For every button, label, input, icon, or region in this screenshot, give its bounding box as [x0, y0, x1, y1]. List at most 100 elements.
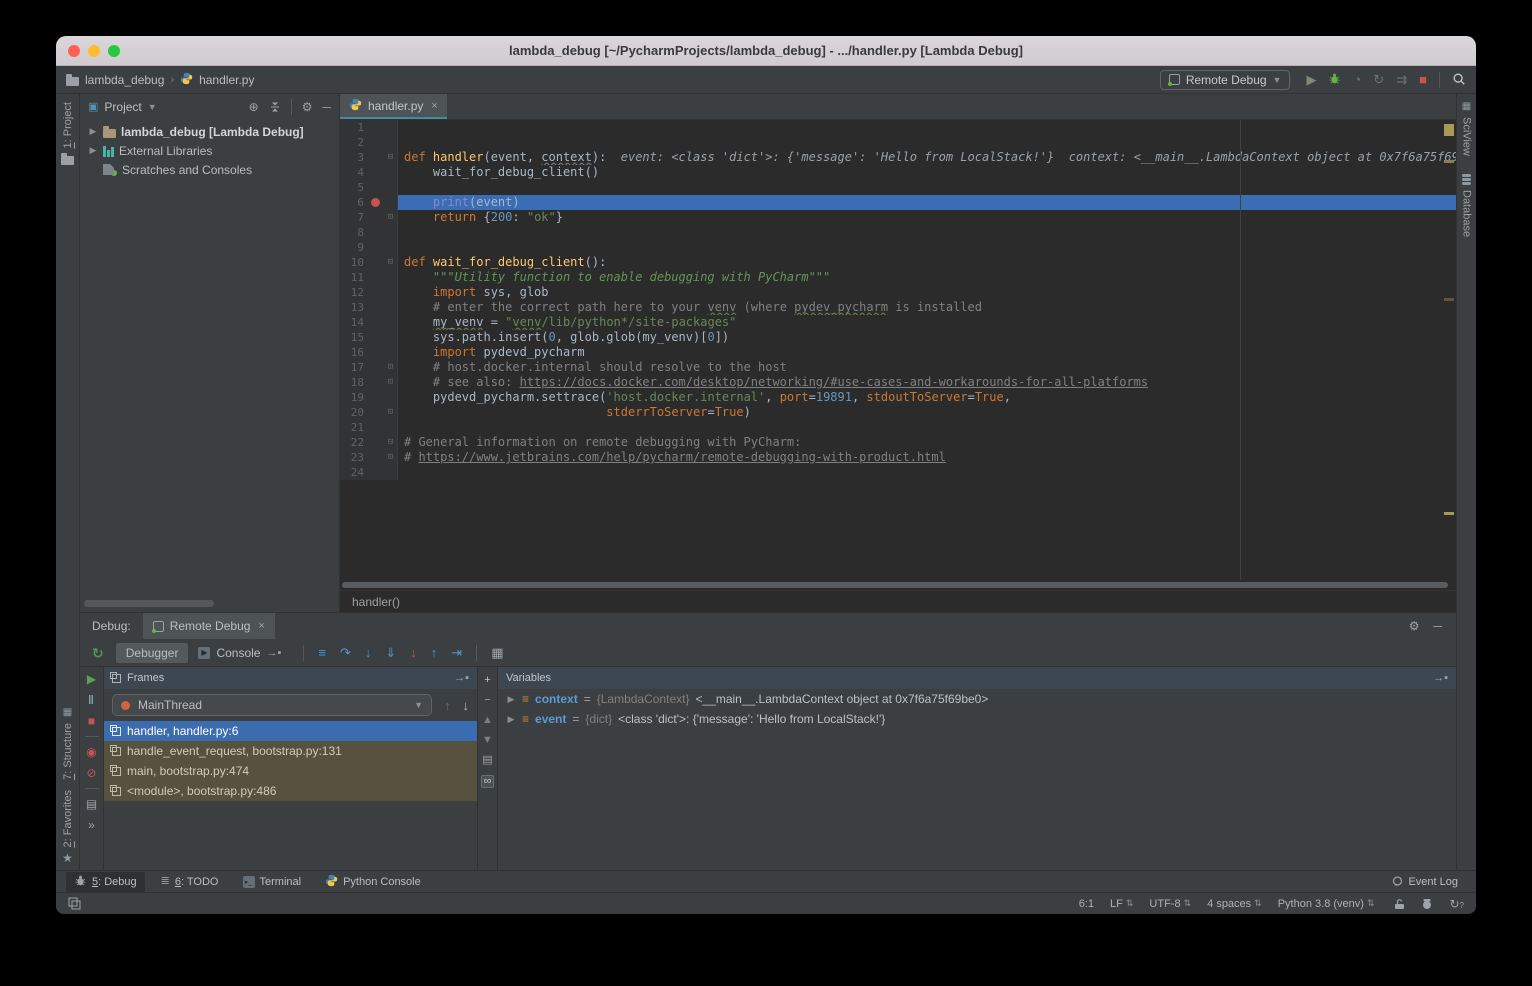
code-text[interactable]: my_venv = "venv/lib/python*/site-package…	[398, 315, 1456, 330]
breadcrumb-file[interactable]: handler.py	[199, 73, 254, 87]
project-tree-item[interactable]: Scratches and Consoles	[80, 160, 339, 179]
show-watches-icon[interactable]: ∞	[481, 775, 495, 788]
code-text[interactable]: """Utility function to enable debugging …	[398, 270, 1456, 285]
fold-gutter[interactable]	[384, 390, 398, 405]
code-text[interactable]: def handler(event, context): event: <cla…	[398, 150, 1456, 165]
code-text[interactable]: print(event)	[398, 195, 1456, 210]
code-text[interactable]: stderrToServer=True)	[398, 405, 1456, 420]
stop-button[interactable]: ■	[1419, 73, 1427, 86]
force-step-into-icon[interactable]: ↓	[410, 646, 417, 659]
project-horizontal-scrollbar[interactable]	[84, 600, 214, 607]
duplicate-watch-icon[interactable]: ▤	[482, 755, 492, 766]
fold-gutter[interactable]	[384, 315, 398, 330]
search-everywhere-button[interactable]	[1452, 72, 1466, 88]
fold-gutter[interactable]: ⊡	[384, 360, 398, 375]
update-indicator-icon[interactable]: ↻?	[1449, 898, 1464, 910]
code-text[interactable]	[398, 240, 1456, 255]
expand-chevron-icon[interactable]: ▶	[506, 714, 516, 725]
code-text[interactable]: sys.path.insert(0, glob.glob(my_venv)[0]…	[398, 330, 1456, 345]
status-line-separator[interactable]: LF⇅	[1110, 898, 1133, 910]
fold-gutter[interactable]	[384, 300, 398, 315]
fold-gutter[interactable]: ⊟	[384, 150, 398, 165]
fold-gutter[interactable]: ⊟	[384, 255, 398, 270]
sidebar-tab-structure[interactable]: ▦7: Structure	[62, 708, 74, 780]
project-tree-item[interactable]: ▶lambda_debug [Lambda Debug]	[80, 122, 339, 141]
pin-panel-icon[interactable]: →▪	[454, 672, 469, 684]
code-text[interactable]: pydevd_pycharm.settrace('host.docker.int…	[398, 390, 1456, 405]
variable-row[interactable]: ▶≡event={dict}<class 'dict'>: {'message'…	[498, 709, 1456, 729]
tool-window-toggle-icon[interactable]	[68, 897, 81, 910]
chevron-down-icon[interactable]: ▼	[148, 102, 157, 112]
stack-frame-row[interactable]: main, bootstrap.py:474	[104, 761, 477, 781]
breakpoint-gutter[interactable]	[368, 210, 384, 225]
breakpoint-gutter[interactable]	[368, 225, 384, 240]
breadcrumb-project[interactable]: lambda_debug	[85, 73, 164, 87]
editor-horizontal-scrollbar[interactable]	[340, 580, 1456, 590]
fold-gutter[interactable]	[384, 165, 398, 180]
breakpoint-gutter[interactable]	[368, 345, 384, 360]
move-watch-down-icon[interactable]: ▼	[482, 735, 493, 746]
hide-panel-button[interactable]: ─	[322, 101, 331, 113]
collapse-all-button[interactable]	[269, 101, 281, 113]
restore-layout-icon[interactable]: ▤	[86, 798, 97, 810]
hide-panel-button[interactable]: ─	[1433, 620, 1442, 632]
profile-button[interactable]: ◔	[1353, 73, 1361, 86]
breakpoint-gutter[interactable]	[368, 435, 384, 450]
remove-watch-icon[interactable]: −	[484, 695, 490, 706]
window-titlebar[interactable]: lambda_debug [~/PycharmProjects/lambda_d…	[56, 36, 1476, 66]
code-text[interactable]: return {200: "ok"}	[398, 210, 1456, 225]
rerun-debug-button[interactable]: ↻	[92, 646, 104, 660]
code-text[interactable]: import pydevd_pycharm	[398, 345, 1456, 360]
pin-panel-icon[interactable]: →▪	[1433, 672, 1448, 684]
stop-icon[interactable]: ■	[88, 715, 95, 727]
project-tree-item[interactable]: ▶External Libraries	[80, 141, 339, 160]
tree-chevron-icon[interactable]: ▶	[88, 126, 98, 137]
run-button[interactable]: ▶	[1306, 73, 1316, 86]
breakpoint-gutter[interactable]	[368, 255, 384, 270]
resume-icon[interactable]: ▶	[87, 673, 96, 685]
breakpoint-gutter[interactable]	[368, 420, 384, 435]
step-out-icon[interactable]: ↑	[431, 646, 438, 659]
fold-gutter[interactable]	[384, 465, 398, 480]
breadcrumb-scope[interactable]: handler()	[352, 595, 400, 609]
code-text[interactable]	[398, 420, 1456, 435]
debug-bug-icon[interactable]	[1328, 72, 1341, 87]
code-text[interactable]: # General information on remote debuggin…	[398, 435, 1456, 450]
sidebar-tab-sciview[interactable]: ▦SciView	[1461, 102, 1473, 156]
fold-gutter[interactable]: ⊟	[384, 435, 398, 450]
fold-gutter[interactable]	[384, 180, 398, 195]
sidebar-tab-project[interactable]: 1: Project	[61, 102, 74, 165]
run-configurations-button[interactable]: ⇉	[1396, 73, 1407, 86]
close-window-button[interactable]	[68, 45, 80, 57]
next-frame-button[interactable]: ↓	[463, 699, 470, 712]
breakpoint-gutter[interactable]	[368, 300, 384, 315]
breakpoint-gutter[interactable]	[368, 150, 384, 165]
event-log-button[interactable]: Event Log	[1384, 874, 1466, 890]
fold-gutter[interactable]	[384, 240, 398, 255]
breakpoint-gutter[interactable]	[368, 315, 384, 330]
smart-step-into-icon[interactable]: ⇓	[385, 646, 396, 659]
pin-tab-icon[interactable]: →▪	[266, 647, 281, 659]
breakpoint-gutter[interactable]	[368, 360, 384, 375]
thread-select[interactable]: MainThread ▼	[112, 694, 432, 716]
expand-chevron-icon[interactable]: ▶	[506, 694, 516, 705]
more-options-icon[interactable]: »	[88, 819, 95, 831]
breakpoint-gutter[interactable]	[368, 465, 384, 480]
scrollbar-warning-mark[interactable]	[1444, 512, 1454, 515]
tab-console[interactable]: ▶ Console →▪	[188, 643, 291, 663]
stack-frame-row[interactable]: handler, handler.py:6	[104, 721, 477, 741]
close-session-icon[interactable]: ×	[258, 620, 264, 632]
run-to-cursor-icon[interactable]: ⇥	[451, 646, 462, 659]
toolwindow-debug[interactable]: 5: Debug	[66, 872, 145, 892]
code-text[interactable]: import sys, glob	[398, 285, 1456, 300]
breakpoint-gutter[interactable]	[368, 240, 384, 255]
previous-frame-button[interactable]: ↑	[444, 699, 451, 712]
mute-breakpoints-icon[interactable]: ⊘	[86, 767, 96, 779]
sidebar-tab-favorites[interactable]: 2: Favorites★	[62, 790, 74, 864]
breakpoint-gutter[interactable]	[368, 390, 384, 405]
lock-icon[interactable]	[1394, 898, 1405, 910]
settings-gear-icon[interactable]: ⚙	[1409, 620, 1420, 632]
sidebar-tab-database[interactable]: Database	[1461, 174, 1473, 237]
code-text[interactable]: # enter the correct path here to your ve…	[398, 300, 1456, 315]
breakpoint-gutter[interactable]	[368, 450, 384, 465]
